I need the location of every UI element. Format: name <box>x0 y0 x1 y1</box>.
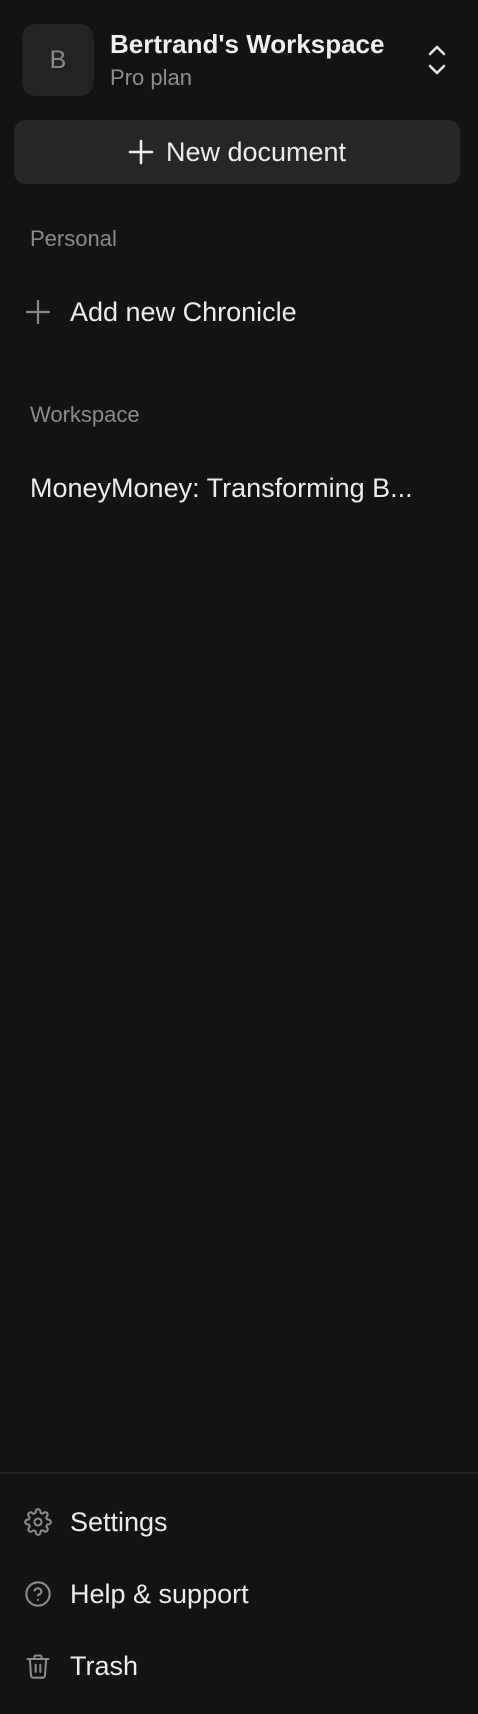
workspace-switcher[interactable]: B Bertrand's Workspace Pro plan <box>22 24 462 96</box>
add-chronicle-button[interactable]: Add new Chronicle <box>22 284 462 340</box>
document-title: MoneyMoney: Transforming B... <box>30 472 413 503</box>
gear-icon <box>22 1506 54 1538</box>
plus-icon <box>22 296 54 328</box>
plus-icon <box>128 139 154 165</box>
trash-icon <box>22 1650 54 1682</box>
add-chronicle-label: Add new Chronicle <box>70 296 297 327</box>
workspace-info: Bertrand's Workspace Pro plan <box>110 28 410 92</box>
help-circle-icon <box>22 1578 54 1610</box>
workspace-heading: Workspace <box>30 402 140 427</box>
new-document-label: New document <box>165 136 347 167</box>
workspace-name: Bertrand's Workspace <box>110 29 385 59</box>
workspace-plan: Pro plan <box>110 65 192 90</box>
help-support-item[interactable]: Help & support <box>22 1566 462 1622</box>
chevron-up-down-icon[interactable] <box>422 42 452 78</box>
trash-label: Trash <box>70 1650 139 1681</box>
workspace-avatar: B <box>22 24 94 96</box>
settings-item[interactable]: Settings <box>22 1494 462 1550</box>
settings-label: Settings <box>70 1506 168 1537</box>
help-support-label: Help & support <box>70 1578 249 1609</box>
sidebar: B Bertrand's Workspace Pro plan New docu… <box>0 0 478 1714</box>
personal-heading: Personal <box>30 226 117 251</box>
footer-divider <box>0 1472 478 1474</box>
trash-item[interactable]: Trash <box>22 1638 462 1694</box>
document-item[interactable]: MoneyMoney: Transforming B... <box>22 460 462 516</box>
new-document-button[interactable]: New document <box>14 120 460 184</box>
